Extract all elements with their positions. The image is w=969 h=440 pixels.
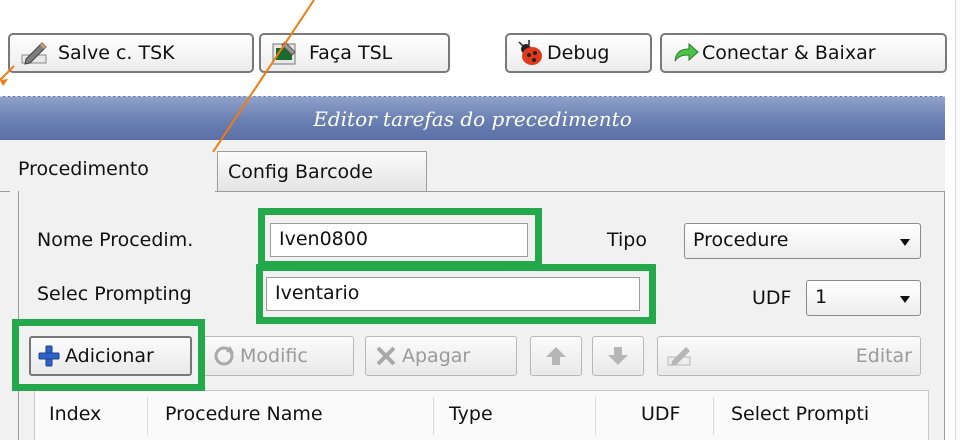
pencil-icon — [20, 39, 48, 67]
prompt-label: Selec Prompting — [37, 283, 192, 305]
type-select[interactable]: Procedure — [684, 223, 921, 259]
udf-select-value: 1 — [815, 286, 828, 308]
column-index[interactable]: Index — [49, 403, 101, 425]
highlight-box-add — [12, 319, 205, 391]
column-divider — [595, 397, 596, 435]
column-type[interactable]: Type — [449, 403, 493, 425]
editor-title-bar: Editor tarefas do precedimento — [0, 96, 945, 140]
type-select-value: Procedure — [693, 229, 789, 251]
image-icon — [271, 39, 299, 67]
arrow-up-icon — [545, 345, 567, 367]
column-divider — [147, 397, 148, 435]
edit-label: Editar — [855, 345, 912, 367]
debug-label: Debug — [547, 42, 610, 64]
move-down-button[interactable] — [592, 336, 644, 376]
udf-label: UDF — [752, 287, 792, 309]
modify-button[interactable]: Modific — [203, 336, 354, 376]
pencil-icon — [666, 343, 692, 369]
edit-button[interactable]: Editar — [657, 336, 921, 376]
refresh-icon — [212, 344, 236, 368]
delete-button[interactable]: Apagar — [365, 336, 517, 376]
delete-label: Apagar — [402, 345, 471, 367]
column-divider — [433, 397, 434, 435]
chevron-down-icon — [900, 239, 910, 246]
column-procedure-name[interactable]: Procedure Name — [165, 403, 323, 425]
tab-config-barcode-label: Config Barcode — [228, 160, 373, 183]
chevron-down-icon — [900, 296, 910, 303]
move-up-button[interactable] — [530, 336, 582, 376]
make-tsl-button[interactable]: Faça TSL — [259, 33, 450, 73]
make-tsl-label: Faça TSL — [309, 42, 393, 64]
green-arrow-icon — [672, 39, 700, 67]
debug-button[interactable]: Debug — [505, 33, 652, 73]
procedures-table-header: Index Procedure Name Type UDF Select Pro… — [34, 390, 929, 440]
highlight-box-name — [258, 208, 542, 268]
name-label: Nome Procedim. — [37, 229, 194, 251]
connect-download-label: Conectar & Baixar — [702, 42, 876, 64]
window-edge — [955, 0, 969, 440]
save-tsk-label: Salve c. TSK — [58, 42, 175, 64]
column-select-prompting[interactable]: Select Prompti — [731, 403, 869, 425]
connect-download-button[interactable]: Conectar & Baixar — [660, 33, 947, 73]
save-tsk-button[interactable]: Salve c. TSK — [8, 33, 254, 73]
modify-label: Modific — [240, 345, 308, 367]
udf-select[interactable]: 1 — [806, 280, 921, 316]
tab-procedimento-label: Procedimento — [18, 158, 149, 180]
editor-title: Editor tarefas do precedimento — [313, 106, 632, 131]
highlight-box-prompt — [256, 264, 656, 324]
ladybug-icon — [517, 39, 545, 67]
column-udf[interactable]: UDF — [641, 403, 680, 425]
tab-procedimento[interactable]: Procedimento — [10, 146, 215, 192]
type-label: Tipo — [607, 229, 647, 251]
column-divider — [713, 397, 714, 435]
arrow-down-icon — [607, 345, 629, 367]
delete-icon — [374, 344, 398, 368]
tab-config-barcode[interactable]: Config Barcode — [217, 151, 427, 191]
